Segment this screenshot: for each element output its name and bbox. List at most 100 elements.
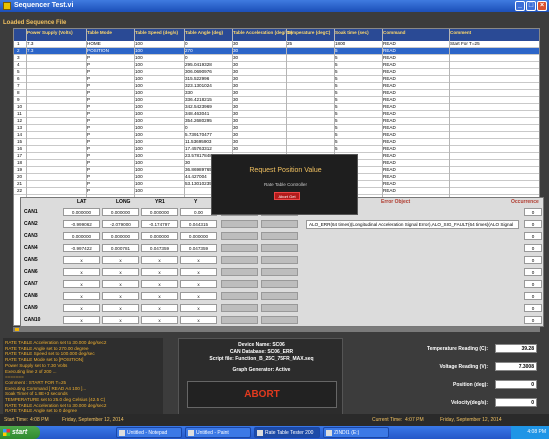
task-notepad[interactable]: Untitled - Notepad <box>116 427 182 438</box>
can-row-label: CAN7 <box>24 281 38 287</box>
table-cell: P <box>87 118 91 123</box>
table-cell: 1 <box>17 41 20 46</box>
abort-get-button[interactable]: Abort Get <box>274 192 300 200</box>
table-cell: READ <box>383 76 396 81</box>
table-row[interactable]: 7 P 100 323.1301024 30 5 READ <box>14 83 539 90</box>
table-row[interactable]: 5 P 100 306.0690976 30 5 READ <box>14 69 539 76</box>
table-row[interactable]: 4 P 100 295.0419328 30 5 READ <box>14 62 539 69</box>
sequence-table-header: Power Supply (Volts) Table Mode Table Spee… <box>14 29 539 41</box>
task-paint[interactable]: Untitled - Paint <box>185 427 251 438</box>
table-cell: 5 <box>335 111 338 116</box>
table-cell: 5 <box>335 76 338 81</box>
can-value-cell: x <box>102 268 139 276</box>
close-button[interactable]: × <box>537 1 547 11</box>
table-cell: 10 <box>17 104 23 109</box>
labview-icon <box>257 430 263 436</box>
table-cell: READ <box>383 139 396 144</box>
table-cell: P <box>87 160 91 165</box>
can-value-cell: x <box>102 280 139 288</box>
occurrence-count: 0 <box>524 256 542 264</box>
minimize-button[interactable]: _ <box>515 1 525 11</box>
current-time-value: 4:07 PM <box>405 417 424 423</box>
table-cell: 5 <box>335 55 338 60</box>
table-row[interactable]: 11 P 100 348.463041 30 5 READ <box>14 111 539 118</box>
can-empty-cell <box>221 244 258 252</box>
can-value-cell: x <box>141 316 178 324</box>
can-row-label: CAN1 <box>24 209 38 215</box>
table-cell: 30 <box>233 132 239 137</box>
can-value-cell: x <box>180 316 217 324</box>
can-value-cell: x <box>180 256 217 264</box>
table-cell: 100 <box>135 139 143 144</box>
table-cell: 306.0690976 <box>185 69 212 74</box>
table-cell: 44.427004 <box>185 174 207 179</box>
table-cell: 323.1301024 <box>185 83 212 88</box>
table-cell: 18 <box>17 160 23 165</box>
table-cell: 11.53695903 <box>185 139 212 144</box>
table-row[interactable]: 1 7.3 HOME 100 0 30 25 1800 READ Start For T=25 <box>14 41 539 48</box>
can-value-cell: -2.079000 <box>102 220 139 228</box>
table-cell: 7.3 <box>27 41 34 46</box>
table-cell: 100 <box>135 41 143 46</box>
table-cell: 100 <box>135 174 143 179</box>
can-value-cell: 0.000000 <box>102 208 139 216</box>
table-cell: 100 <box>135 69 143 74</box>
table-cell: 0 <box>185 125 188 130</box>
table-cell: READ <box>383 55 396 60</box>
table-cell: P <box>87 174 91 179</box>
table-cell: 4 <box>17 62 20 67</box>
table-cell: 5 <box>335 139 338 144</box>
table-row[interactable]: 16 P 100 17.45763312 30 5 READ <box>14 146 539 153</box>
request-position-dialog: Request Position Value Rate Table Contro… <box>211 154 358 215</box>
table-cell: P <box>87 167 91 172</box>
table-cell: 14 <box>17 132 23 137</box>
table-cell: 30 <box>233 125 239 130</box>
start-button[interactable]: start <box>0 426 40 439</box>
table-cell: READ <box>383 188 396 193</box>
table-cell: 5 <box>335 48 338 53</box>
table-cell: 22 <box>17 188 23 193</box>
task-drive[interactable]: ZINDI1 (E:) <box>323 427 389 438</box>
task-rate-table-tester[interactable]: Rate Table Tester 200 <box>254 427 320 438</box>
table-cell: 30 <box>233 76 239 81</box>
maximize-button[interactable]: □ <box>526 1 536 11</box>
table-row[interactable]: 10 P 100 342.5423969 30 5 READ <box>14 104 539 111</box>
can-value-cell: -0.174797 <box>141 220 178 228</box>
current-date-value: Friday, September 12, 2014 <box>440 417 502 423</box>
panel-splitter[interactable] <box>13 327 540 332</box>
table-row[interactable]: 8 P 100 330 30 5 READ <box>14 90 539 97</box>
can-row-label: CAN10 <box>24 317 41 323</box>
table-row[interactable]: 12 P 100 354.2680295 30 5 READ <box>14 118 539 125</box>
table-cell: READ <box>383 69 396 74</box>
table-cell: 342.5423969 <box>185 104 212 109</box>
table-cell: 5 <box>335 125 338 130</box>
table-cell: 21 <box>17 181 23 186</box>
event-log[interactable]: RATE TABLE Acceleration set to 30.000 de… <box>3 338 163 422</box>
can-row-label: CAN4 <box>24 245 38 251</box>
can-value-cell: x <box>180 304 217 312</box>
table-cell: 100 <box>135 132 143 137</box>
table-row[interactable]: 13 P 100 0 30 5 READ <box>14 125 539 132</box>
table-row[interactable]: 14 P 100 5.739170477 30 5 READ <box>14 132 539 139</box>
table-cell: 100 <box>135 188 143 193</box>
can-empty-cell <box>261 292 298 300</box>
table-cell: 5 <box>335 146 338 151</box>
table-cell: P <box>87 188 91 193</box>
table-row[interactable]: 9 P 100 336.4218215 30 5 READ <box>14 97 539 104</box>
can-database: CAN Database: SC06_ERR <box>229 349 294 355</box>
table-cell: 0 <box>185 41 188 46</box>
graph-generator-status: Graph Generator: Active <box>232 367 291 373</box>
can-column-header: LONG <box>116 199 131 205</box>
table-row[interactable]: 6 P 100 315.522996 30 5 READ <box>14 76 539 83</box>
table-row[interactable]: 15 P 100 11.53695903 30 5 READ <box>14 139 539 146</box>
table-cell: 354.2680295 <box>185 118 212 123</box>
table-cell: 5 <box>335 62 338 67</box>
table-row[interactable]: 2 7.3 POSITION 100 270 30 5 READ <box>14 48 539 55</box>
table-row[interactable]: 3 P 100 0 30 5 READ <box>14 55 539 62</box>
abort-button[interactable]: ABORT <box>187 381 337 408</box>
table-cell: 315.522996 <box>185 76 210 81</box>
can-value-cell: x <box>141 256 178 264</box>
column-header: Comment <box>450 30 472 35</box>
table-cell: 2 <box>17 48 20 53</box>
table-cell: 100 <box>135 167 143 172</box>
